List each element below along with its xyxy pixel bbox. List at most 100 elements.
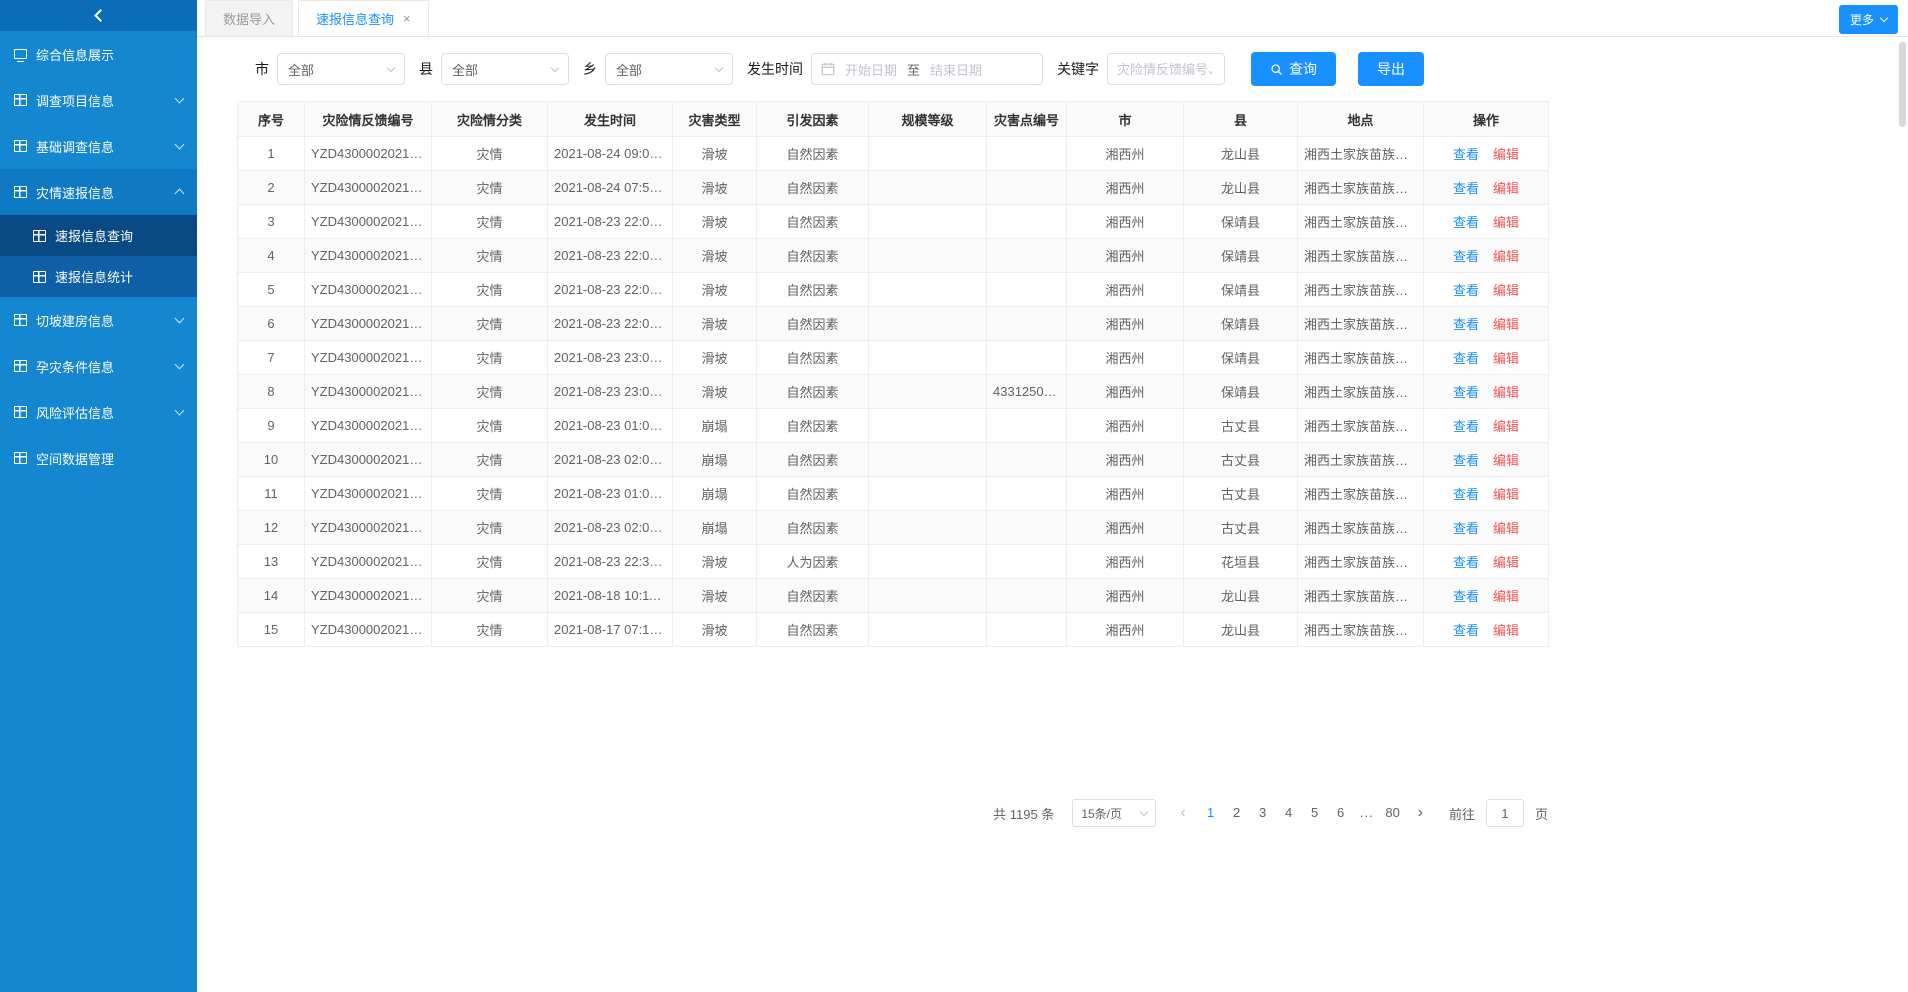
- cell-category: 灾情: [432, 511, 548, 545]
- view-link[interactable]: 查看: [1453, 147, 1479, 162]
- cell-location: 湘西土家族苗族自...: [1298, 341, 1424, 375]
- cell-type: 滑坡: [673, 341, 757, 375]
- cell-type: 滑坡: [673, 613, 757, 647]
- edit-link[interactable]: 编辑: [1493, 385, 1519, 400]
- start-date-placeholder[interactable]: 开始日期: [845, 60, 897, 79]
- page-size-select[interactable]: 15条/页: [1072, 799, 1156, 827]
- cell-no: 8: [238, 375, 305, 409]
- edit-link[interactable]: 编辑: [1493, 419, 1519, 434]
- view-link[interactable]: 查看: [1453, 283, 1479, 298]
- edit-link[interactable]: 编辑: [1493, 623, 1519, 638]
- cell-category: 灾情: [432, 273, 548, 307]
- town-label: 乡: [583, 59, 597, 79]
- view-link[interactable]: 查看: [1453, 215, 1479, 230]
- sidebar-item-basic-survey[interactable]: 基础调查信息: [0, 123, 197, 169]
- tab-label: 数据导入: [223, 9, 275, 28]
- page-button[interactable]: 5: [1302, 800, 1328, 826]
- page-button[interactable]: 80: [1380, 800, 1406, 826]
- sidebar-subitem-report-stats[interactable]: 速报信息统计: [0, 256, 197, 297]
- edit-link[interactable]: 编辑: [1493, 555, 1519, 570]
- edit-link[interactable]: 编辑: [1493, 317, 1519, 332]
- table-row: 8YZD43000020210...灾情2021-08-23 23:00:00滑…: [238, 375, 1549, 409]
- view-link[interactable]: 查看: [1453, 589, 1479, 604]
- sidebar-item-comprehensive-info[interactable]: 综合信息展示: [0, 31, 197, 77]
- app: 综合信息展示 调查项目信息 基础调查信息 灾情速报信息 速报信息查询: [0, 0, 1908, 992]
- cell-category: 灾情: [432, 307, 548, 341]
- edit-link[interactable]: 编辑: [1493, 283, 1519, 298]
- cell-no: 6: [238, 307, 305, 341]
- page-button[interactable]: 6: [1328, 800, 1354, 826]
- view-link[interactable]: 查看: [1453, 487, 1479, 502]
- cell-type: 崩塌: [673, 443, 757, 477]
- tab-data-import[interactable]: 数据导入: [205, 0, 293, 36]
- tab-report-query[interactable]: 速报信息查询 ×: [298, 0, 429, 36]
- col-time: 发生时间: [548, 102, 673, 137]
- cell-time: 2021-08-23 02:00:00: [548, 443, 673, 477]
- export-button[interactable]: 导出: [1358, 52, 1424, 86]
- city-select[interactable]: 全部: [277, 53, 405, 85]
- sidebar-item-slope-housing[interactable]: 切坡建房信息: [0, 297, 197, 343]
- chevron-down-icon: [387, 63, 395, 71]
- edit-link[interactable]: 编辑: [1493, 249, 1519, 264]
- edit-link[interactable]: 编辑: [1493, 453, 1519, 468]
- cell-county: 龙山县: [1184, 579, 1298, 613]
- sidebar-item-disaster-report[interactable]: 灾情速报信息: [0, 169, 197, 215]
- view-link[interactable]: 查看: [1453, 317, 1479, 332]
- keyword-input[interactable]: [1107, 53, 1225, 85]
- page-button[interactable]: 1: [1198, 800, 1224, 826]
- view-link[interactable]: 查看: [1453, 351, 1479, 366]
- view-link[interactable]: 查看: [1453, 555, 1479, 570]
- page-button[interactable]: 4: [1276, 800, 1302, 826]
- cell-point: [987, 273, 1067, 307]
- sidebar-item-spatial-data[interactable]: 空间数据管理: [0, 435, 197, 481]
- view-link[interactable]: 查看: [1453, 385, 1479, 400]
- view-link[interactable]: 查看: [1453, 453, 1479, 468]
- sidebar-subitem-label: 速报信息统计: [55, 267, 133, 286]
- next-page-button[interactable]: ›: [1412, 804, 1429, 822]
- table-row: 12YZD43000020210...灾情2021-08-23 02:00:00…: [238, 511, 1549, 545]
- cell-city: 湘西州: [1067, 613, 1184, 647]
- close-icon[interactable]: ×: [403, 12, 411, 25]
- cell-city: 湘西州: [1067, 341, 1184, 375]
- edit-link[interactable]: 编辑: [1493, 589, 1519, 604]
- view-link[interactable]: 查看: [1453, 623, 1479, 638]
- edit-link[interactable]: 编辑: [1493, 521, 1519, 536]
- county-select[interactable]: 全部: [441, 53, 569, 85]
- edit-link[interactable]: 编辑: [1493, 351, 1519, 366]
- cell-actions: 查看编辑: [1424, 511, 1549, 545]
- page-button[interactable]: 3: [1250, 800, 1276, 826]
- edit-link[interactable]: 编辑: [1493, 215, 1519, 230]
- sidebar-subitem-report-query[interactable]: 速报信息查询: [0, 215, 197, 256]
- more-button[interactable]: 更多: [1839, 5, 1898, 34]
- date-range-picker[interactable]: 开始日期 至 结束日期: [811, 53, 1043, 85]
- page-button[interactable]: 2: [1224, 800, 1250, 826]
- end-date-placeholder[interactable]: 结束日期: [930, 60, 982, 79]
- edit-link[interactable]: 编辑: [1493, 147, 1519, 162]
- search-button[interactable]: 查询: [1251, 52, 1336, 86]
- view-link[interactable]: 查看: [1453, 419, 1479, 434]
- view-link[interactable]: 查看: [1453, 249, 1479, 264]
- goto-page-input[interactable]: [1486, 799, 1524, 827]
- view-link[interactable]: 查看: [1453, 521, 1479, 536]
- sidebar-item-survey-project[interactable]: 调查项目信息: [0, 77, 197, 123]
- page-unit-label: 页: [1535, 804, 1548, 823]
- cell-time: 2021-08-23 22:00:00: [548, 205, 673, 239]
- prev-page-button[interactable]: ‹: [1174, 804, 1191, 822]
- col-type: 灾害类型: [673, 102, 757, 137]
- table-row: 3YZD43000020210...灾情2021-08-23 22:00:00滑…: [238, 205, 1549, 239]
- cell-type: 滑坡: [673, 579, 757, 613]
- edit-link[interactable]: 编辑: [1493, 487, 1519, 502]
- sidebar-collapse-button[interactable]: [0, 0, 197, 31]
- edit-link[interactable]: 编辑: [1493, 181, 1519, 196]
- town-select[interactable]: 全部: [605, 53, 733, 85]
- chevron-down-icon: [715, 63, 723, 71]
- sidebar-item-risk-assessment[interactable]: 风险评估信息: [0, 389, 197, 435]
- vertical-scrollbar[interactable]: [1899, 42, 1906, 127]
- sidebar-menu: 综合信息展示 调查项目信息 基础调查信息 灾情速报信息 速报信息查询: [0, 31, 197, 481]
- cell-point: [987, 205, 1067, 239]
- cell-type: 滑坡: [673, 205, 757, 239]
- sidebar-item-hazard-condition[interactable]: 孕灾条件信息: [0, 343, 197, 389]
- cell-point: [987, 443, 1067, 477]
- view-link[interactable]: 查看: [1453, 181, 1479, 196]
- cell-actions: 查看编辑: [1424, 171, 1549, 205]
